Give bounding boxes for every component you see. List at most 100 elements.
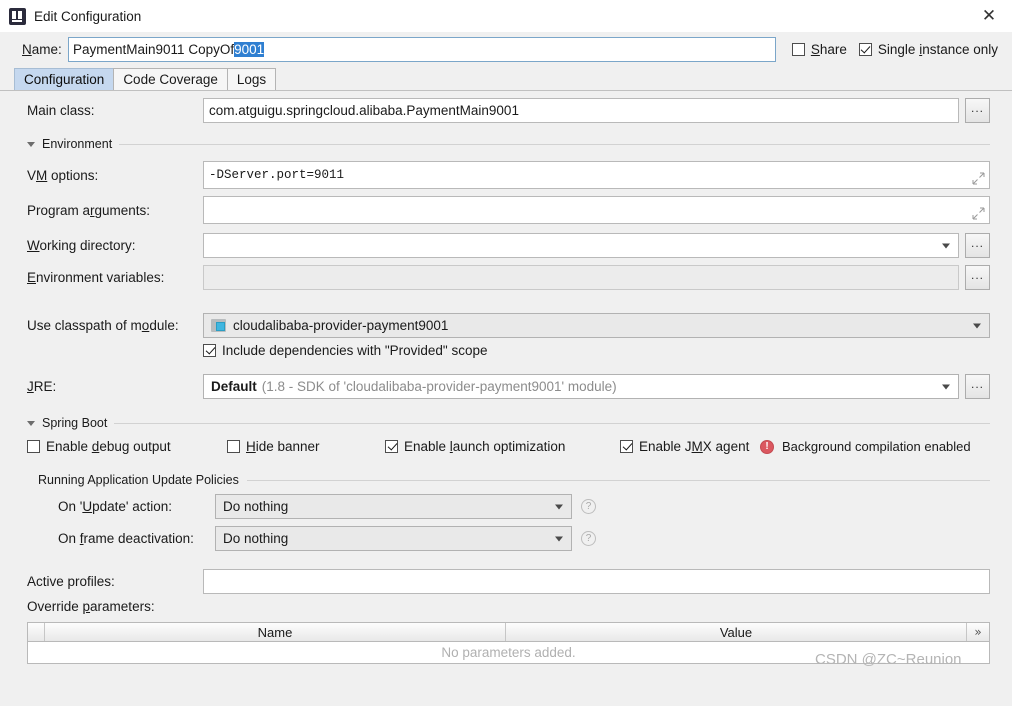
tab-bar: Configuration Code Coverage Logs — [0, 66, 1012, 90]
classpath-module-label: Use classpath of module: — [27, 318, 179, 333]
hide-banner-checkbox-box[interactable] — [227, 440, 240, 453]
jre-value-default: Default — [211, 379, 257, 394]
override-parameters-row: Override parameters: — [0, 599, 1012, 614]
parameters-table-header: Name Value » — [27, 622, 990, 642]
module-icon — [211, 319, 226, 332]
edit-configuration-dialog: Edit Configuration ✕ Name: PaymentMain90… — [0, 0, 1012, 706]
program-arguments-row: Program arguments: — [0, 196, 1012, 224]
window-title: Edit Configuration — [34, 8, 142, 24]
environment-section-title: Environment — [42, 137, 113, 151]
chevron-down-icon[interactable] — [27, 141, 35, 147]
active-profiles-label: Active profiles: — [27, 574, 115, 589]
share-checkbox[interactable]: Share — [791, 42, 847, 57]
working-directory-input[interactable] — [203, 233, 959, 258]
on-update-action-combo[interactable]: Do nothing — [215, 494, 572, 519]
chevron-down-icon[interactable] — [942, 243, 950, 248]
classpath-module-combo[interactable]: cloudalibaba-provider-payment9001 — [203, 313, 990, 338]
configuration-name-input[interactable]: PaymentMain9011 CopyOf 9001 — [68, 37, 776, 62]
program-arguments-label: Program arguments: — [27, 202, 151, 218]
chevron-down-icon[interactable] — [27, 420, 35, 426]
name-value-selected: 9001 — [234, 42, 265, 57]
main-class-browse-button[interactable]: ... — [965, 98, 990, 123]
enable-debug-output-checkbox-box[interactable] — [27, 440, 40, 453]
hide-banner-label: Hide banner — [246, 439, 320, 454]
background-compilation-label: Background compilation enabled — [782, 439, 971, 454]
single-instance-checkbox[interactable]: Single instance only — [858, 42, 998, 57]
on-update-action-value: Do nothing — [223, 499, 289, 514]
tab-configuration[interactable]: Configuration — [14, 68, 115, 90]
enable-launch-optimization-label: Enable launch optimization — [404, 439, 566, 454]
title-bar: Edit Configuration ✕ — [0, 0, 1012, 32]
vm-options-value: -DServer.port=9011 — [209, 168, 345, 182]
share-checkbox-label: Share — [810, 42, 847, 57]
main-class-input[interactable]: com.atguigu.springcloud.alibaba.PaymentM… — [203, 98, 959, 123]
tab-logs[interactable]: Logs — [226, 68, 277, 90]
jre-value-detail: (1.8 - SDK of 'cloudalibaba-provider-pay… — [261, 379, 617, 394]
single-instance-checkbox-label: Single instance only — [877, 42, 998, 57]
on-frame-deactivation-label: On frame deactivation: — [58, 531, 194, 546]
update-policies-title: Running Application Update Policies — [38, 473, 239, 487]
program-arguments-input[interactable] — [203, 196, 990, 224]
environment-section-divider — [119, 143, 990, 145]
jre-row: JRE: Default (1.8 - SDK of 'cloudalibaba… — [0, 374, 1012, 399]
jre-label: JRE: — [27, 379, 57, 394]
hide-banner-checkbox[interactable]: Hide banner — [227, 439, 385, 454]
main-class-label: Main class: — [27, 103, 95, 118]
spring-boot-section-divider — [114, 422, 990, 424]
enable-debug-output-checkbox[interactable]: Enable debug output — [27, 439, 227, 454]
share-checkbox-box[interactable] — [791, 43, 805, 56]
expand-icon[interactable] — [972, 172, 985, 185]
name-label-text: ame: — [31, 42, 62, 57]
close-icon[interactable]: ✕ — [966, 0, 1012, 32]
main-class-value: com.atguigu.springcloud.alibaba.PaymentM… — [209, 103, 519, 118]
environment-variables-browse-button[interactable]: ... — [965, 265, 990, 290]
parameters-table-expand-button[interactable]: » — [967, 623, 989, 641]
spring-boot-section-title: Spring Boot — [42, 416, 108, 430]
enable-launch-optimization-checkbox-box[interactable] — [385, 440, 398, 453]
chevron-down-icon[interactable] — [942, 384, 950, 389]
tab-code-coverage[interactable]: Code Coverage — [113, 68, 228, 90]
update-policies-group-header: Running Application Update Policies — [0, 473, 1012, 487]
main-class-row: Main class: com.atguigu.springcloud.alib… — [0, 98, 1012, 123]
environment-variables-input[interactable] — [203, 265, 959, 290]
jre-combo[interactable]: Default (1.8 - SDK of 'cloudalibaba-prov… — [203, 374, 959, 399]
parameters-empty-text: No parameters added. — [441, 645, 576, 660]
working-directory-browse-button[interactable]: ... — [965, 233, 990, 258]
environment-section-header: Environment — [0, 137, 1012, 151]
environment-variables-label: Environment variables: — [27, 270, 165, 285]
warning-icon: ! — [760, 439, 774, 454]
help-icon[interactable]: ? — [581, 499, 596, 514]
vm-options-row: VM options: -DServer.port=9011 — [0, 161, 1012, 189]
on-update-action-label: On 'Update' action: — [58, 499, 172, 514]
enable-jmx-agent-checkbox-box[interactable] — [620, 440, 633, 453]
parameters-table-gutter — [28, 623, 45, 641]
on-frame-deactivation-row: On frame deactivation: Do nothing ? — [0, 526, 1012, 551]
on-frame-deactivation-value: Do nothing — [223, 531, 289, 546]
chevron-down-icon[interactable] — [555, 504, 563, 509]
chevron-down-icon[interactable] — [973, 323, 981, 328]
enable-launch-optimization-checkbox[interactable]: Enable launch optimization — [385, 439, 620, 454]
include-provided-checkbox[interactable]: Include dependencies with "Provided" sco… — [203, 343, 488, 358]
include-provided-checkbox-box[interactable] — [203, 344, 216, 357]
working-directory-row: Working directory: ... — [0, 233, 1012, 258]
working-directory-label: Working directory: — [27, 238, 136, 253]
include-provided-row: Include dependencies with "Provided" sco… — [0, 343, 1012, 358]
jre-browse-button[interactable]: ... — [965, 374, 990, 399]
parameters-column-name[interactable]: Name — [45, 623, 506, 641]
on-frame-deactivation-combo[interactable]: Do nothing — [215, 526, 572, 551]
name-row: Name: PaymentMain9011 CopyOf 9001 Share … — [0, 32, 1012, 66]
help-icon[interactable]: ? — [581, 531, 596, 546]
active-profiles-input[interactable] — [203, 569, 990, 594]
expand-icon[interactable] — [972, 207, 985, 220]
single-instance-checkbox-box[interactable] — [858, 43, 872, 56]
classpath-module-row: Use classpath of module: cloudalibaba-pr… — [0, 313, 1012, 338]
enable-jmx-agent-label: Enable JMX agent — [639, 439, 750, 454]
intellij-idea-icon — [9, 7, 26, 25]
vm-options-input[interactable]: -DServer.port=9011 — [203, 161, 990, 189]
include-provided-checkbox-label: Include dependencies with "Provided" sco… — [222, 343, 488, 358]
enable-jmx-agent-checkbox[interactable]: Enable JMX agent — [620, 439, 760, 454]
chevron-down-icon[interactable] — [555, 536, 563, 541]
parameters-column-value[interactable]: Value — [506, 623, 967, 641]
on-update-action-row: On 'Update' action: Do nothing ? — [0, 494, 1012, 519]
enable-debug-output-label: Enable debug output — [46, 439, 171, 454]
